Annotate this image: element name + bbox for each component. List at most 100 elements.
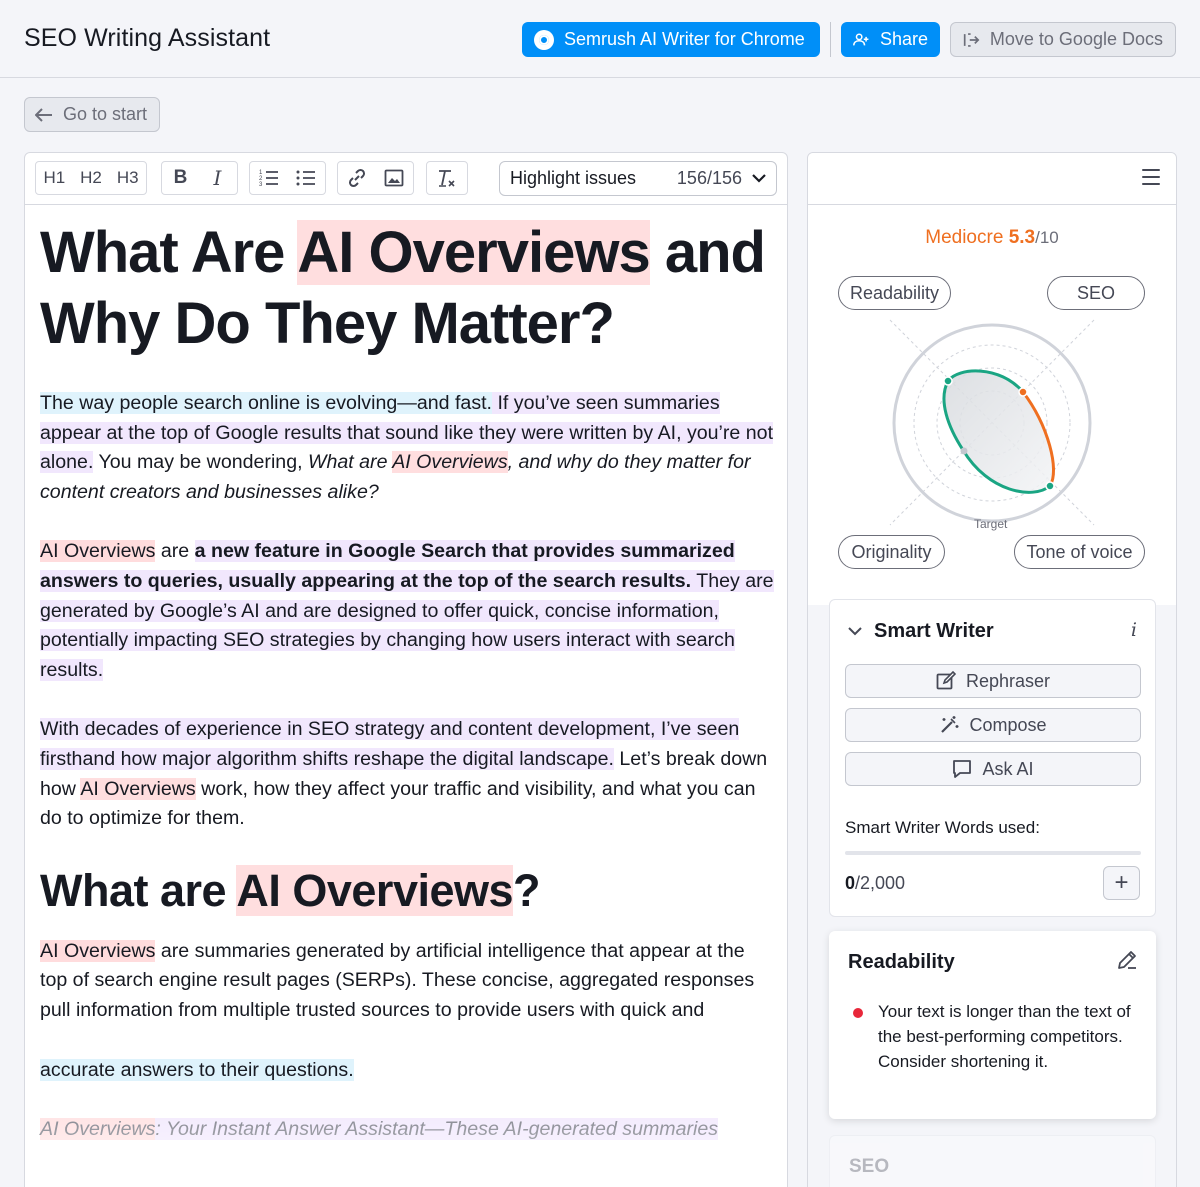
paragraph: The way people search online is evolving…: [40, 389, 775, 507]
compose-button[interactable]: Compose: [845, 708, 1141, 742]
issue-dot-icon: [853, 1008, 863, 1018]
bold-button[interactable]: B: [162, 162, 199, 194]
app-title: SEO Writing Assistant: [24, 24, 271, 52]
go-to-start-label: Go to start: [63, 104, 148, 124]
move-label: Move to Google Docs: [989, 29, 1163, 49]
seo-card: SEO: [829, 1135, 1156, 1187]
chevron-down-icon: [752, 174, 766, 183]
highlight-issues-label: Highlight issues: [510, 168, 637, 188]
keyword-highlight: AI Overviews: [40, 939, 156, 962]
ask-ai-button[interactable]: Ask AI: [845, 752, 1141, 786]
text-span: What are: [307, 451, 393, 474]
readability-axis-pill[interactable]: Readability: [838, 276, 951, 310]
go-to-start-button[interactable]: Go to start: [24, 97, 160, 132]
info-icon[interactable]: i: [1131, 619, 1137, 641]
highlight-sentence: : Your Instant Answer Assistant—These AI…: [155, 1118, 719, 1141]
insert-group: [337, 161, 414, 195]
clear-format-icon: [438, 170, 455, 187]
rephraser-label: Rephraser: [965, 670, 1051, 691]
paragraph: AI Overviews are a new feature in Google…: [40, 537, 775, 685]
add-user-icon: [853, 32, 869, 45]
semrush-chrome-label: Semrush AI Writer for Chrome: [564, 29, 805, 49]
heading-1-button[interactable]: H1: [36, 162, 73, 194]
chat-bubble-icon: [953, 760, 972, 778]
editor-toolbar: H1 H2 H3 B I 123 Highlight issues 156/15…: [25, 153, 787, 205]
editor: H1 H2 H3 B I 123 Highlight issues 156/15…: [24, 152, 788, 1187]
keyword-highlight: AI Overviews: [40, 1118, 156, 1141]
ordered-list-button[interactable]: 123: [250, 162, 287, 194]
menu-icon[interactable]: [1142, 169, 1160, 185]
highlight-issues-select[interactable]: Highlight issues 156/156: [499, 161, 777, 196]
keyword-highlight: AI Overviews: [40, 540, 156, 563]
share-button[interactable]: Share: [841, 22, 940, 57]
article-title: What Are AI Overviews and Why Do They Ma…: [40, 217, 775, 359]
paragraph: AI Overviews are summaries generated by …: [40, 937, 775, 1026]
readability-issue-text: Your text is longer than the text of the…: [878, 1002, 1131, 1071]
bullet-list-icon: [296, 170, 315, 186]
text-span: You may be wondering,: [93, 451, 308, 474]
chrome-icon: [534, 29, 554, 50]
heading-text: What are: [40, 864, 237, 916]
link-icon: [348, 168, 365, 188]
title-text: What Are: [40, 220, 298, 285]
add-words-button[interactable]: +: [1103, 866, 1140, 900]
keyword-highlight: AI Overviews: [80, 777, 196, 800]
words-used-progress: [845, 851, 1141, 855]
svg-text:3: 3: [259, 182, 263, 187]
heading-3-button[interactable]: H3: [109, 162, 146, 194]
heading-2-button[interactable]: H2: [73, 162, 110, 194]
heading-text-end: ?: [513, 864, 541, 916]
highlight-issues-count: 156/156: [676, 168, 742, 188]
readability-title: Readability: [848, 951, 955, 973]
keyword-highlight: AI Overviews: [392, 451, 508, 474]
highlight-sentence: accurate answers to their questions.: [40, 1058, 354, 1081]
export-icon: [963, 32, 980, 47]
assistant-panel: Mediocre 5.3/10 Readability SEO Original…: [807, 152, 1177, 1187]
panel-header: [808, 153, 1176, 205]
link-button[interactable]: [338, 162, 375, 194]
editor-content[interactable]: What Are AI Overviews and Why Do They Ma…: [40, 213, 775, 1145]
heading-highlight: AI Overviews: [236, 864, 514, 916]
italic-button[interactable]: I: [199, 162, 236, 194]
words-used-label: Smart Writer Words used:: [845, 818, 1040, 837]
bullet-list-button[interactable]: [287, 162, 324, 194]
semrush-chrome-button[interactable]: Semrush AI Writer for Chrome: [522, 22, 820, 57]
header-divider: [830, 22, 831, 57]
compose-label: Compose: [969, 714, 1047, 735]
ask-ai-label: Ask AI: [982, 758, 1034, 779]
format-group: B I: [161, 161, 238, 195]
list-group: 123: [249, 161, 326, 195]
words-total-value: /2,000: [855, 873, 906, 893]
paragraph: With decades of experience in SEO strate…: [40, 715, 775, 833]
share-label: Share: [879, 29, 928, 49]
words-used-value: 0: [845, 873, 856, 893]
smart-writer-card: Smart Writer i Rephraser Compose Ask AI …: [829, 599, 1156, 917]
image-button[interactable]: [375, 162, 412, 194]
clear-group: [426, 161, 468, 195]
target-label: Target: [974, 517, 1008, 531]
chevron-down-icon[interactable]: [848, 623, 862, 639]
text-span: are: [155, 540, 195, 563]
image-icon: [384, 169, 403, 187]
title-highlight: AI Overviews: [297, 220, 651, 285]
score-area: Mediocre 5.3/10 Readability SEO Original…: [808, 205, 1176, 605]
words-used-count: 0/2,000: [845, 873, 905, 894]
ordered-list-icon: 123: [259, 170, 278, 187]
paragraph: AI Overviews: Your Instant Answer Assist…: [40, 1115, 775, 1145]
arrow-left-icon: [35, 107, 52, 122]
move-to-google-docs-button[interactable]: Move to Google Docs: [950, 22, 1176, 57]
rephraser-button[interactable]: Rephraser: [845, 664, 1141, 698]
seo-title: SEO: [849, 1156, 890, 1177]
paragraph: accurate answers to their questions.: [40, 1056, 775, 1086]
smart-writer-title: Smart Writer: [874, 620, 994, 642]
seo-axis-pill[interactable]: SEO: [1047, 276, 1145, 310]
tone-of-voice-axis-pill[interactable]: Tone of voice: [1014, 535, 1145, 569]
pencil-icon[interactable]: [1116, 949, 1138, 976]
originality-axis-pill[interactable]: Originality: [838, 535, 945, 569]
highlight-sentence: The way people search online is evolving…: [40, 392, 493, 414]
section-heading: What are AI Overviews?: [40, 863, 775, 919]
clear-format-button[interactable]: [427, 162, 464, 194]
edit-icon: [936, 671, 956, 690]
magic-wand-icon: [941, 716, 959, 733]
top-bar: SEO Writing Assistant Semrush AI Writer …: [0, 0, 1200, 78]
